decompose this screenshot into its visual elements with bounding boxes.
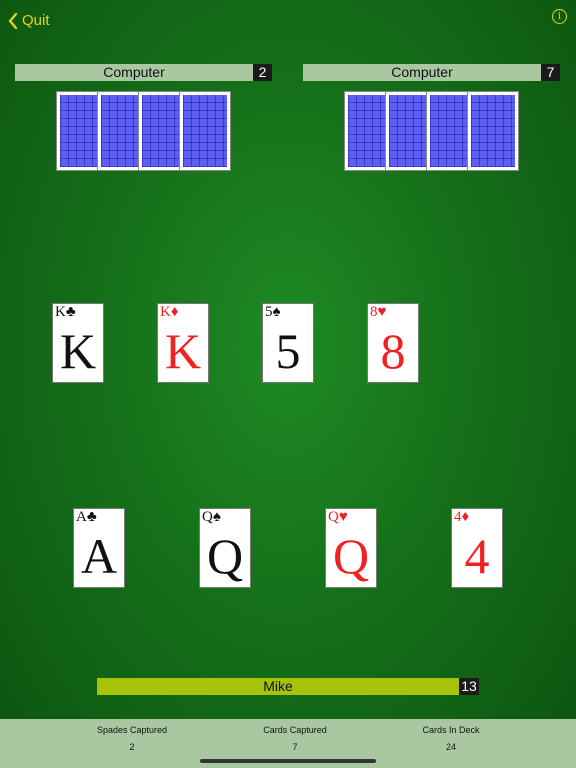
spade-icon: ♠	[272, 304, 281, 320]
card-corner: 4♦	[454, 509, 470, 525]
card-corner: 5♠	[265, 304, 281, 320]
stat-label: Spades Captured	[96, 725, 168, 735]
card-corner: Q♥	[328, 509, 348, 525]
card-rank: K	[164, 323, 202, 379]
card-corner: K♦	[160, 304, 179, 320]
card-corner: Q♠	[202, 509, 221, 525]
card-corner: K♣	[55, 304, 76, 320]
opponent-card-count: 2	[253, 64, 272, 81]
player-bar: Mike 13	[97, 678, 479, 695]
quit-button[interactable]: Quit	[8, 12, 50, 29]
diamond-icon: ♦	[461, 509, 470, 525]
opponent-bar-left: Computer 2	[15, 64, 272, 81]
opponent-bar-right: Computer 7	[303, 64, 560, 81]
player-card-count: 13	[459, 678, 479, 695]
stat-label: Cards Captured	[263, 725, 327, 735]
hand-card[interactable]: A♣ A	[73, 508, 125, 588]
chevron-left-icon	[8, 12, 18, 29]
hand-card[interactable]: Q♥ Q	[325, 508, 377, 588]
opponent-card-count: 7	[541, 64, 560, 81]
stat-cards-captured: Cards Captured 7	[215, 719, 375, 752]
diamond-icon: ♦	[170, 304, 179, 320]
card-rank: 5	[275, 323, 301, 379]
stat-spades-captured: Spades Captured 2	[52, 719, 212, 752]
opponent-card-back	[179, 91, 231, 171]
club-icon: ♣	[65, 304, 76, 320]
card-rank: 8	[380, 323, 406, 379]
stat-value: 2	[129, 742, 135, 752]
card-rank: Q	[206, 528, 244, 584]
card-corner: A♣	[76, 509, 97, 525]
club-icon: ♣	[86, 509, 97, 525]
card-rank: K	[59, 323, 97, 379]
table-card[interactable]: K♣ K	[52, 303, 104, 383]
stat-cards-in-deck: Cards In Deck 24	[371, 719, 531, 752]
hand-card[interactable]: Q♠ Q	[199, 508, 251, 588]
quit-label: Quit	[22, 12, 50, 29]
stat-value: 7	[292, 742, 298, 752]
card-rank: A	[80, 528, 118, 584]
player-name: Mike	[97, 678, 459, 695]
stat-value: 24	[445, 742, 456, 752]
table-card[interactable]: 8♥ 8	[367, 303, 419, 383]
opponent-card-back	[467, 91, 519, 171]
card-rank: Q	[332, 528, 370, 584]
opponent-name: Computer	[15, 64, 253, 81]
hand-card[interactable]: 4♦ 4	[451, 508, 503, 588]
card-rank: 4	[464, 528, 490, 584]
spade-icon: ♠	[212, 509, 221, 525]
heart-icon: ♥	[338, 509, 348, 525]
opponent-name: Computer	[303, 64, 541, 81]
stat-label: Cards In Deck	[422, 725, 480, 735]
home-indicator	[200, 759, 376, 763]
card-corner: 8♥	[370, 304, 387, 320]
info-icon[interactable]: i	[552, 9, 567, 24]
heart-icon: ♥	[377, 304, 387, 320]
table-card[interactable]: K♦ K	[157, 303, 209, 383]
table-card[interactable]: 5♠ 5	[262, 303, 314, 383]
